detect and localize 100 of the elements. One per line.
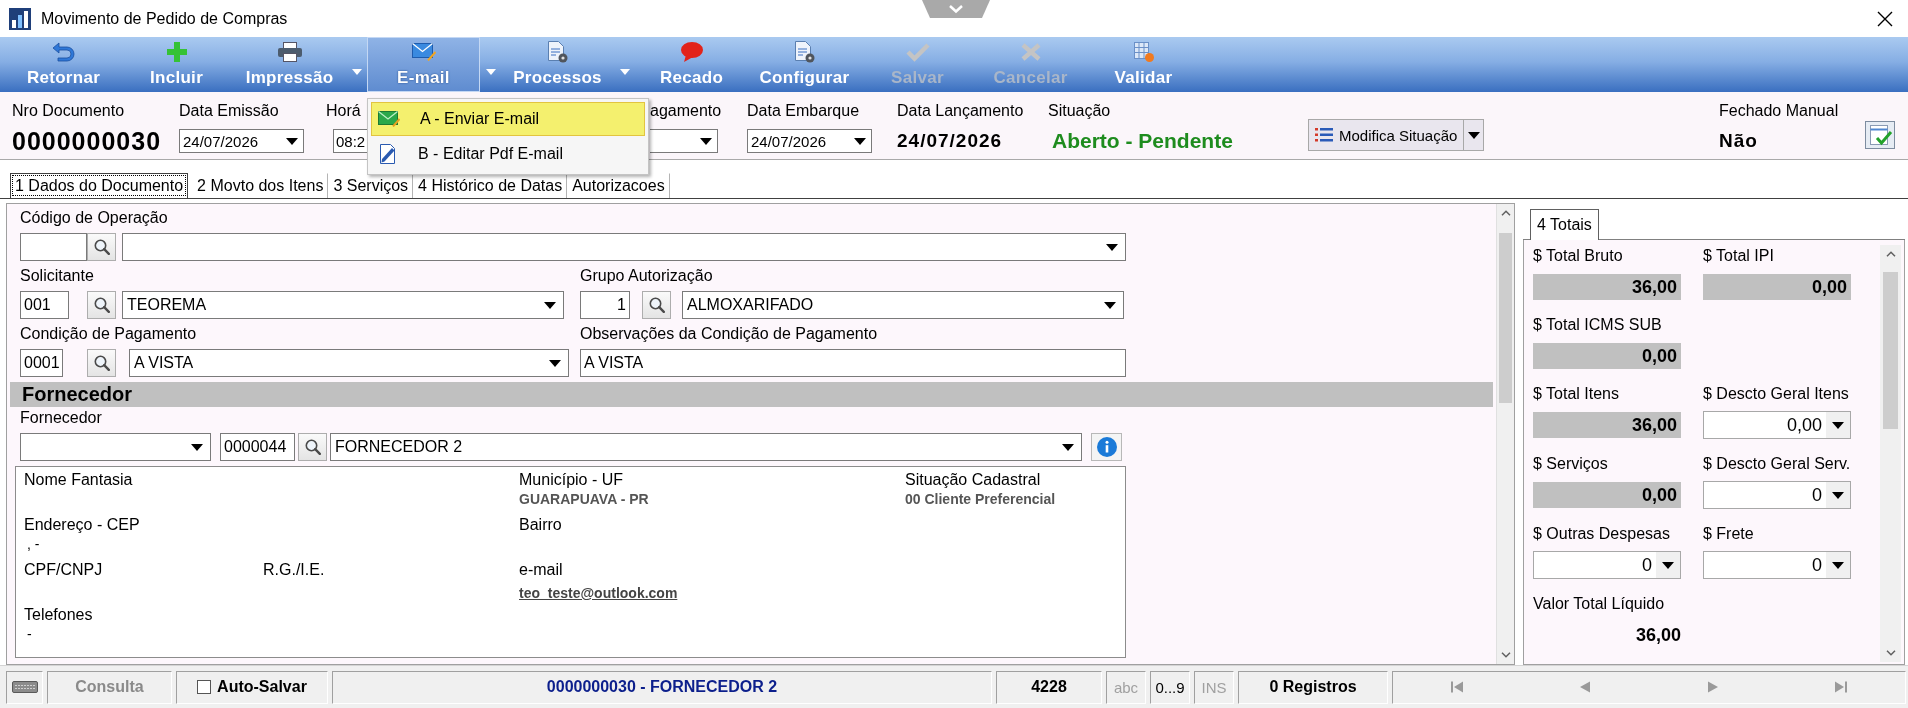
text-field[interactable]: A VISTA xyxy=(580,349,1126,377)
search-icon xyxy=(93,239,110,255)
field-label: $ Total IPI xyxy=(1703,246,1774,266)
caret-icon xyxy=(1104,301,1116,309)
time-field[interactable]: 08:2 xyxy=(333,129,367,153)
field-label: Grupo Autorização xyxy=(580,266,713,286)
chevron-tab-icon[interactable] xyxy=(922,0,990,18)
field-label: agamento xyxy=(650,101,722,121)
amount-dropdown[interactable]: 0 xyxy=(1703,481,1851,509)
readonly-field: 0,00 xyxy=(1703,274,1851,300)
code-field[interactable]: 001 xyxy=(20,291,69,319)
dropdown[interactable] xyxy=(20,433,211,461)
dropdown[interactable]: FORNECEDOR 2 xyxy=(330,433,1082,461)
chart-icon xyxy=(9,7,31,30)
checkbox-icon[interactable] xyxy=(197,680,212,694)
field-label: Valor Total Líquido xyxy=(1533,594,1665,614)
date-dropdown[interactable] xyxy=(650,129,718,153)
search-button[interactable] xyxy=(87,291,116,319)
tab[interactable]: 4 Histórico de Datas xyxy=(413,173,568,198)
field-label: $ Total Itens xyxy=(1533,384,1619,404)
previous-icon[interactable] xyxy=(1580,681,1590,693)
document-check-icon[interactable] xyxy=(1865,121,1895,149)
date-dropdown[interactable]: 24/07/2026 xyxy=(179,129,304,153)
field-value: 00 Cliente Preferencial xyxy=(905,490,1056,509)
modify-status-button[interactable]: Modifica Situação xyxy=(1308,119,1465,151)
search-button[interactable] xyxy=(87,349,116,377)
readonly-field: 36,00 xyxy=(1533,412,1681,438)
field-label: Fornecedor xyxy=(20,408,102,428)
caret-icon xyxy=(544,301,556,309)
caret-icon xyxy=(485,68,496,75)
caret-icon xyxy=(700,137,712,145)
scrollbar-thumb[interactable] xyxy=(1499,233,1512,403)
search-icon xyxy=(93,297,110,313)
caret-icon xyxy=(619,68,630,75)
scrollbar-thumb[interactable] xyxy=(1883,272,1898,429)
amount-dropdown[interactable]: 0 xyxy=(1703,551,1851,579)
dropdown[interactable]: TEOREMA xyxy=(122,291,564,319)
last-icon[interactable] xyxy=(1835,681,1847,693)
search-button[interactable] xyxy=(298,433,327,461)
field-label: Telefones xyxy=(24,605,93,625)
code-field[interactable]: 0001 xyxy=(20,349,63,377)
dropdown-arrow-button[interactable] xyxy=(1464,119,1485,151)
auto-save-checkbox[interactable]: Auto-Salvar xyxy=(176,670,328,704)
tab[interactable]: 2 Movto dos Itens xyxy=(192,173,329,198)
plus-icon xyxy=(166,42,187,62)
dropdown[interactable]: A VISTA xyxy=(129,349,569,377)
undo-arrow-icon xyxy=(51,42,76,62)
amount-dropdown[interactable]: 0 xyxy=(1533,551,1681,579)
field-label: R.G./I.E. xyxy=(263,560,325,580)
field-label: Data Emissão xyxy=(179,101,279,121)
keyboard-button[interactable] xyxy=(6,670,43,704)
document-pencil-icon xyxy=(378,144,398,164)
chevron-down-icon[interactable] xyxy=(1500,652,1511,658)
close-icon[interactable] xyxy=(1877,10,1893,27)
code-field[interactable]: 0000044 xyxy=(220,433,295,461)
search-icon xyxy=(93,355,110,371)
code-field[interactable]: 1 xyxy=(580,291,630,319)
status-text: Aberto - Pendente xyxy=(1052,129,1233,153)
menu-item[interactable]: B - Editar Pdf E-mail xyxy=(371,137,645,171)
field-label: Situação Cadastral xyxy=(905,470,1041,490)
tab[interactable]: 3 Serviços xyxy=(328,173,414,198)
field-label: $ Descto Geral Serv. xyxy=(1703,454,1851,474)
envelope-icon xyxy=(411,43,436,61)
document-gear-icon xyxy=(794,41,815,63)
caret-icon xyxy=(1832,421,1844,429)
tab[interactable]: 4 Totais xyxy=(1530,209,1599,240)
next-icon[interactable] xyxy=(1708,681,1718,693)
search-button[interactable] xyxy=(642,291,671,319)
field-value: , - xyxy=(26,535,40,554)
dropdown[interactable]: ALMOXARIFADO xyxy=(682,291,1124,319)
amount-dropdown[interactable]: 0,00 xyxy=(1703,411,1851,439)
value-text: Não xyxy=(1719,129,1758,153)
envelope-icon xyxy=(378,111,400,127)
code-field[interactable] xyxy=(20,233,87,261)
field-label: $ Serviços xyxy=(1533,454,1608,474)
printer-icon xyxy=(277,42,302,62)
search-button[interactable] xyxy=(87,233,116,261)
chevron-down-icon[interactable] xyxy=(1885,650,1896,656)
menu-item[interactable]: A - Enviar E-mail xyxy=(371,102,645,136)
speech-bubble-icon xyxy=(680,42,703,62)
email-link[interactable]: teo_teste@outlook.com xyxy=(519,584,678,603)
caret-icon xyxy=(854,137,866,145)
field-label: Bairro xyxy=(519,515,562,535)
chevron-up-icon[interactable] xyxy=(1885,251,1896,257)
info-button[interactable] xyxy=(1091,433,1122,461)
check-icon xyxy=(905,42,930,62)
search-icon xyxy=(304,439,321,455)
chevron-up-icon[interactable] xyxy=(1500,210,1511,216)
info-icon xyxy=(1096,437,1117,457)
tab[interactable]: 1 Dados do Documento xyxy=(10,173,189,198)
date-dropdown[interactable]: 24/07/2026 xyxy=(747,129,872,153)
document-number: 0000000030 xyxy=(12,128,162,154)
field-value: - xyxy=(26,625,32,644)
field-label: Município - UF xyxy=(519,470,624,490)
dropdown[interactable] xyxy=(122,233,1126,261)
first-icon[interactable] xyxy=(1451,681,1463,693)
field-label: Nome Fantasia xyxy=(24,470,133,490)
field-label: Fechado Manual xyxy=(1719,101,1839,121)
tab[interactable]: Autorizacoes xyxy=(567,173,670,198)
readonly-field: 36,00 xyxy=(1533,274,1681,300)
